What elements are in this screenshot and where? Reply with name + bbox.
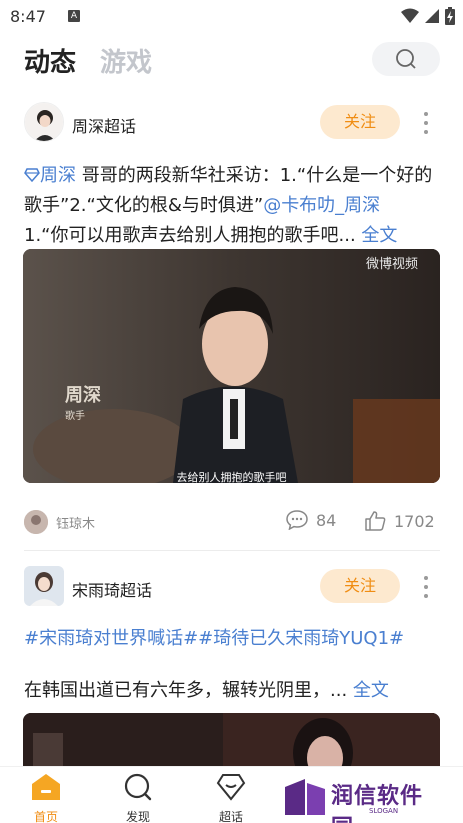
dot-icon (424, 130, 428, 134)
status-time: 8:47 (10, 6, 46, 26)
video-caption-role: 歌手 (65, 411, 85, 422)
read-more-link[interactable]: 全文 (356, 225, 397, 246)
video-frame (23, 249, 440, 483)
status-bar: 8:47 A (0, 0, 463, 32)
bottom-navigation: 首页 发现 超话 润信软件园 SLOGAN (0, 766, 463, 823)
post-header: 周深超话 关注 (24, 102, 440, 146)
dot-icon (424, 121, 428, 125)
mention-link[interactable]: @卡布叻_周深 (263, 195, 380, 216)
video-player[interactable]: 微博视频 周深 歌手 去给别人拥抱的歌手吧 (23, 249, 440, 483)
tab-games[interactable]: 游戏 (100, 42, 152, 79)
avatar[interactable] (24, 566, 64, 606)
dot-icon (424, 576, 428, 580)
video-watermark: 微博视频 (365, 257, 418, 272)
supertopic-name[interactable]: 宋雨琦超话 (72, 577, 152, 601)
search-icon (396, 49, 416, 69)
dot-icon (424, 112, 428, 116)
top-header: 动态 游戏 (0, 32, 463, 90)
supertopic-icon (216, 774, 246, 801)
more-options-button[interactable] (420, 574, 432, 600)
hashtag-topics[interactable]: #宋雨琦对世界喊话##琦待已久宋雨琦YUQ1# (24, 624, 442, 654)
thumbs-up-icon (365, 511, 386, 531)
post-text: 在韩国出道已有六年多，辗转光阴里，... 全文 (24, 676, 442, 706)
nav-discover-label: 发现 (125, 810, 150, 823)
like-count: 1702 (394, 511, 435, 531)
tab-feed[interactable]: 动态 (24, 42, 76, 79)
comment-icon (286, 510, 308, 530)
post-username[interactable]: 钰琼木 (56, 513, 95, 532)
divider (24, 550, 440, 551)
comment-button[interactable]: 84 (286, 510, 336, 530)
post-text: 周深 哥哥的两段新华社采访：1.“什么是一个好的歌手”2.“文化的根&与时俱进”… (24, 161, 442, 251)
feed-post: 宋雨琦超话 关注 #宋雨琦对世界喊话##琦待已久宋雨琦YUQ1# 在韩国出道已有… (0, 566, 463, 773)
battery-icon (445, 7, 455, 25)
video-caption-name: 周深 (65, 385, 101, 406)
like-button[interactable]: 1702 (364, 510, 435, 532)
nav-supertopic[interactable]: 超话 (201, 773, 261, 823)
wifi-icon (401, 8, 419, 23)
feed-post: 周深超话 关注 周深 哥哥的两段新华社采访：1.“什么是一个好的歌手”2.“文化… (0, 102, 463, 542)
user-avatar[interactable] (24, 510, 48, 534)
avatar[interactable] (24, 102, 64, 142)
nav-discover[interactable]: 发现 (108, 773, 168, 823)
post-body: 在韩国出道已有六年多，辗转光阴里，... (24, 680, 348, 701)
follow-button[interactable]: 关注 (320, 569, 400, 603)
comment-count: 84 (316, 510, 337, 530)
post-body: 1.“你可以用歌声去给别人拥抱的歌手吧... (24, 225, 356, 246)
signal-icon (425, 9, 439, 23)
nav-supertopic-label: 超话 (218, 810, 243, 823)
search-button[interactable] (372, 42, 440, 76)
home-icon (32, 774, 60, 800)
nav-home[interactable]: 首页 (16, 773, 76, 823)
more-options-button[interactable] (420, 110, 432, 136)
discover-icon (124, 773, 152, 801)
supertopic-name[interactable]: 周深超话 (72, 113, 136, 137)
post-image-frame (23, 713, 440, 773)
site-watermark: 润信软件园 SLOGAN (283, 775, 443, 823)
topic-link[interactable]: 周深 (40, 165, 76, 186)
watermark-slogan: SLOGAN (369, 807, 399, 815)
follow-button[interactable]: 关注 (320, 105, 400, 139)
watermark-logo-icon (285, 779, 325, 815)
post-footer: 钰琼木 84 1702 (24, 507, 440, 537)
post-image[interactable] (23, 713, 440, 773)
read-more-link[interactable]: 全文 (347, 680, 389, 701)
post-header: 宋雨琦超话 关注 (24, 566, 440, 610)
nav-home-label: 首页 (33, 810, 58, 823)
supertopic-diamond-icon (24, 168, 40, 183)
status-icons (401, 7, 455, 25)
notification-icon: A (67, 10, 80, 22)
watermark-text: 润信软件园 (331, 784, 424, 823)
video-subtitle: 去给别人拥抱的歌手吧 (176, 471, 287, 483)
dot-icon (424, 594, 428, 598)
dot-icon (424, 585, 428, 589)
